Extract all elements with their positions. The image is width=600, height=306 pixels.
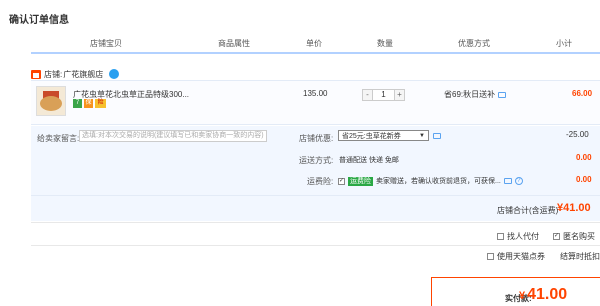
insurance-text: 卖家赠送，若确认收货前退货，可获保... (376, 178, 501, 185)
item-subtotal: 66.00 (572, 89, 593, 98)
qty-minus-button[interactable]: - (363, 90, 372, 100)
anonymous-checkbox[interactable]: ✓ (553, 233, 560, 240)
anonymous-label: 匿名购买 (563, 232, 595, 241)
insurance-amount: 0.00 (576, 175, 592, 184)
shipping-value: 普通配送 快递 免邮 (339, 157, 399, 164)
insurance-icon[interactable]: 险 (95, 99, 106, 108)
item-badges: 7 保 险 (73, 99, 106, 108)
tmall-points-checkbox[interactable] (487, 253, 494, 260)
memo-label: 给卖家留言: (37, 134, 80, 143)
header-promo: 优惠方式 (458, 39, 490, 48)
header-quantity: 数量 (377, 39, 393, 48)
promo-info: 省69:秋日送补 (444, 89, 507, 100)
insurance-row: ✓ 运费险 卖家赠送，若确认收货前退货，可获保... ? (338, 176, 523, 186)
divider (31, 245, 600, 246)
settle-deduct-text: 结算时抵扣 (560, 252, 600, 261)
insurance-label: 运费险: (307, 177, 334, 186)
chevron-down-icon: ▼ (419, 132, 425, 139)
memo-input[interactable]: 选填:对本次交易的说明(建议填写已和卖家协商一致的内容) (79, 130, 267, 142)
item-row (31, 80, 600, 125)
coupon-selected: 省25元:虫草花新券 (342, 132, 401, 140)
divider (31, 222, 600, 223)
qty-plus-button[interactable]: + (395, 90, 404, 100)
payment-amount: ¥ 41.00 (519, 286, 567, 304)
coupon-info-icon[interactable] (433, 133, 441, 139)
shop-name-link[interactable]: 广花旗舰店 (63, 69, 103, 80)
header-subtotal: 小计 (556, 39, 572, 48)
tmall-points-option[interactable]: 使用天猫点券 (487, 251, 545, 262)
coupon-amount: -25.00 (566, 130, 589, 139)
promo-text: 省69:秋日送补 (444, 90, 496, 99)
shipping-label: 运送方式: (299, 156, 334, 165)
wangwang-chat-icon[interactable] (109, 69, 120, 79)
header-divider (31, 52, 600, 54)
proxy-pay-label: 找人代付 (507, 232, 539, 241)
header-attributes: 商品属性 (218, 39, 250, 48)
insurance-chat-icon[interactable] (503, 178, 512, 184)
shop-label: 店铺: (44, 69, 63, 79)
promo-detail-icon[interactable] (498, 91, 507, 98)
shop-total-label: 店铺合计(含运费) (497, 206, 559, 215)
anonymous-option[interactable]: ✓ 匿名购买 (553, 231, 595, 242)
coupon-select[interactable]: 省25元:虫草花新券 ▼ (338, 130, 429, 141)
guarantee-icon[interactable]: 保 (84, 99, 93, 108)
proxy-pay-option[interactable]: 找人代付 (497, 231, 539, 242)
payment-value: 41.00 (527, 286, 568, 303)
help-icon[interactable]: ? (514, 177, 523, 185)
insurance-badge: 运费险 (348, 176, 373, 186)
shop-total-value: ¥41.00 (557, 202, 591, 214)
shop-icon (31, 69, 41, 79)
insurance-checkbox[interactable]: ✓ (338, 177, 345, 185)
shipping-amount: 0.00 (576, 153, 592, 162)
header-price: 单价 (306, 39, 322, 48)
header-item: 店铺宝贝 (90, 39, 122, 48)
seven-day-return-icon[interactable]: 7 (73, 99, 82, 108)
currency-symbol: ¥ (519, 290, 526, 302)
quantity-stepper: - 1 + (362, 89, 405, 101)
page-title: 确认订单信息 (9, 15, 69, 26)
coupon-label: 店铺优惠: (299, 134, 334, 143)
qty-input[interactable]: 1 (372, 90, 395, 100)
item-price: 135.00 (303, 89, 328, 98)
tmall-points-label: 使用天猫点券 (497, 252, 545, 261)
proxy-pay-checkbox[interactable] (497, 233, 504, 240)
item-thumbnail[interactable] (36, 86, 66, 116)
shop-row: 店铺: 广花旗舰店 (31, 68, 120, 80)
